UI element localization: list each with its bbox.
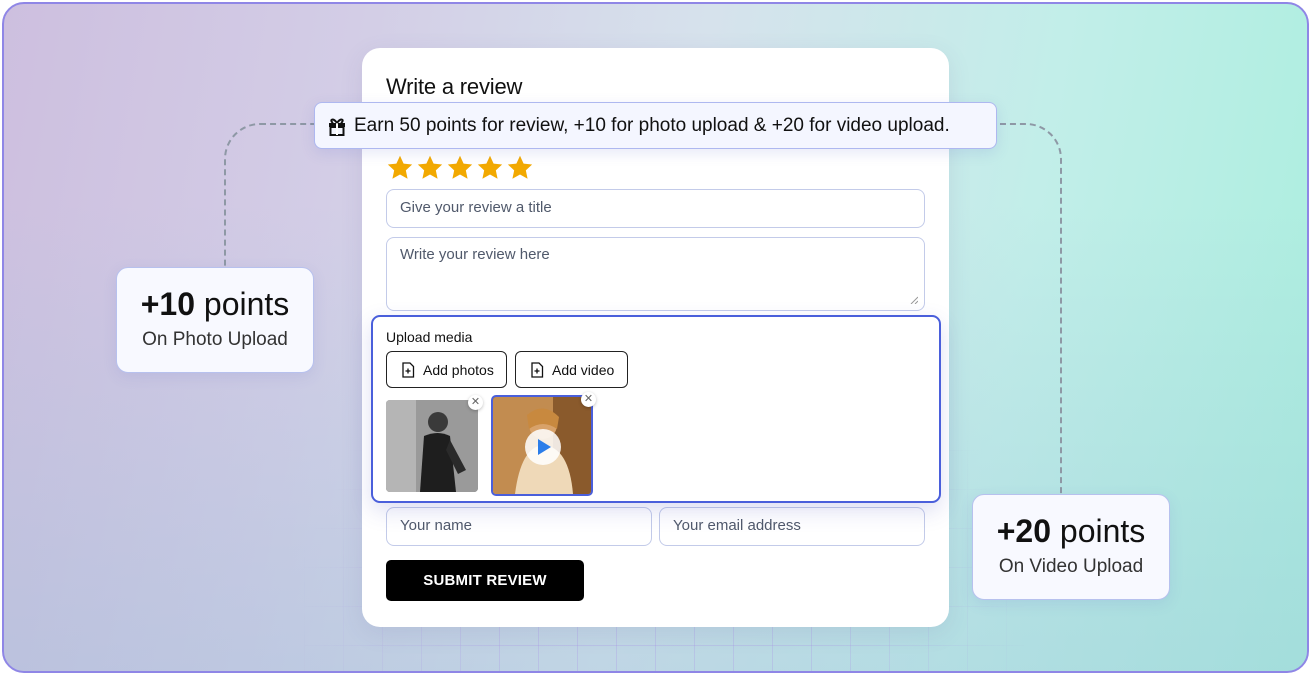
video-points-caption: On Video Upload bbox=[998, 556, 1144, 577]
upload-media-panel: Upload media Add photos Add video ✕ ✕ bbox=[371, 315, 941, 503]
review-body-textarea[interactable]: Write your review here bbox=[386, 237, 925, 311]
file-plus-icon bbox=[402, 361, 415, 378]
upload-media-title: Upload media bbox=[386, 329, 473, 345]
play-button[interactable] bbox=[525, 429, 561, 465]
video-points-amount: +20 bbox=[996, 513, 1051, 549]
add-video-button[interactable]: Add video bbox=[515, 351, 628, 388]
photo-figure-icon bbox=[386, 400, 478, 492]
remove-video-icon[interactable]: ✕ bbox=[581, 392, 596, 407]
photo-connector-line bbox=[224, 123, 324, 269]
submit-review-button[interactable]: SUBMIT REVIEW bbox=[386, 560, 584, 601]
resize-handle-icon[interactable] bbox=[910, 296, 918, 304]
star-icon[interactable] bbox=[416, 154, 444, 182]
add-photos-label: Add photos bbox=[423, 361, 494, 378]
photo-points-caption: On Photo Upload bbox=[142, 329, 288, 350]
star-icon[interactable] bbox=[386, 154, 414, 182]
uploaded-photo-thumbnail[interactable] bbox=[386, 400, 478, 492]
star-icon[interactable] bbox=[446, 154, 474, 182]
photo-points-value: +10 points bbox=[117, 286, 313, 323]
video-points-card: +20 points On Video Upload bbox=[972, 494, 1170, 600]
uploaded-video-thumbnail[interactable] bbox=[491, 395, 593, 496]
star-rating[interactable] bbox=[386, 154, 534, 182]
photo-points-card: +10 points On Photo Upload bbox=[116, 267, 314, 373]
remove-photo-icon[interactable]: ✕ bbox=[468, 395, 483, 410]
points-info-text: Earn 50 points for review, +10 for photo… bbox=[354, 114, 950, 136]
email-input[interactable]: Your email address bbox=[659, 507, 925, 546]
video-connector-line bbox=[990, 123, 1062, 495]
video-points-unit: points bbox=[1059, 513, 1146, 549]
photo-points-amount: +10 bbox=[140, 286, 195, 322]
play-icon bbox=[538, 439, 551, 455]
gift-icon bbox=[327, 116, 347, 136]
add-photos-button[interactable]: Add photos bbox=[386, 351, 507, 388]
review-form-title: Write a review bbox=[386, 74, 523, 99]
file-plus-icon bbox=[531, 361, 544, 378]
star-icon[interactable] bbox=[476, 154, 504, 182]
review-body-placeholder: Write your review here bbox=[400, 246, 550, 263]
photo-points-unit: points bbox=[203, 286, 290, 322]
name-input[interactable]: Your name bbox=[386, 507, 652, 546]
add-video-label: Add video bbox=[552, 361, 615, 378]
points-info-banner: Earn 50 points for review, +10 for photo… bbox=[314, 102, 997, 149]
star-icon[interactable] bbox=[506, 154, 534, 182]
video-points-value: +20 points bbox=[973, 513, 1169, 550]
review-title-input[interactable]: Give your review a title bbox=[386, 189, 925, 228]
